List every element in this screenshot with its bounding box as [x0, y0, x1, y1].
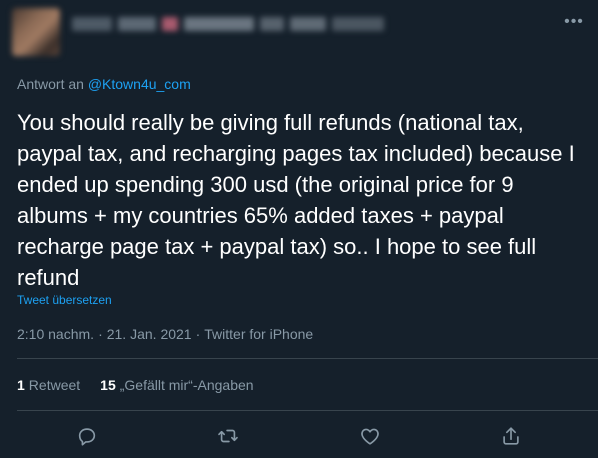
meta-separator: · — [195, 326, 201, 342]
share-icon[interactable] — [495, 420, 527, 452]
retweets-label: Retweet — [28, 377, 81, 393]
tweet-text: You should really be giving full refunds… — [17, 110, 575, 290]
tweet-metadata: 2:10 nachm. · 21. Jan. 2021 · Twitter for iP… — [17, 326, 313, 342]
engagement-stats: 1 Retweet 15 „Gefällt mir“-Angaben — [17, 377, 254, 393]
action-bar — [0, 420, 598, 452]
avatar[interactable] — [12, 8, 60, 56]
divider — [17, 410, 598, 411]
retweets-stat[interactable]: 1 Retweet — [17, 377, 80, 393]
retweet-icon[interactable] — [212, 420, 244, 452]
likes-label: „Gefällt mir“-Angaben — [119, 377, 254, 393]
reply-prefix: Antwort an — [17, 76, 84, 92]
likes-stat[interactable]: 15 „Gefällt mir“-Angaben — [100, 377, 253, 393]
meta-separator: · — [98, 326, 103, 342]
author-name-blurred[interactable] — [72, 13, 432, 35]
replying-to: Antwort an @Ktown4u_com — [17, 76, 191, 92]
tweet-time[interactable]: 2:10 nachm. — [17, 326, 94, 342]
divider — [17, 358, 598, 359]
reply-icon[interactable] — [71, 420, 103, 452]
more-options-icon[interactable]: ••• — [562, 10, 586, 34]
translate-tweet-link[interactable]: Tweet übersetzen — [17, 293, 112, 307]
retweets-count: 1 — [17, 377, 25, 393]
tweet-date[interactable]: 21. Jan. 2021 — [107, 326, 192, 342]
tweet-source[interactable]: Twitter for iPhone — [204, 326, 313, 342]
likes-count: 15 — [100, 377, 116, 393]
like-icon[interactable] — [354, 420, 386, 452]
reply-handle-link[interactable]: @Ktown4u_com — [88, 76, 191, 92]
tweet-card: ••• Antwort an @Ktown4u_com You should r… — [0, 0, 598, 458]
